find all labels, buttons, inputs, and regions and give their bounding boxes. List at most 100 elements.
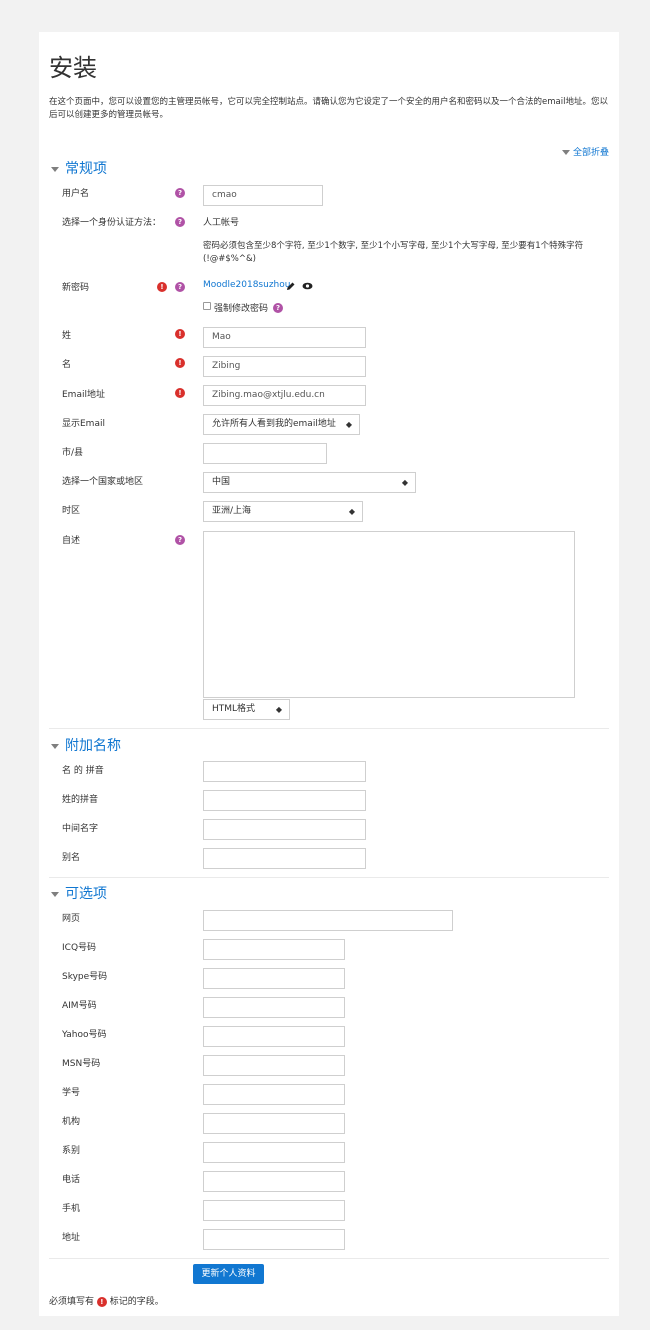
department-label: 系别 — [62, 1146, 81, 1156]
section-general-header[interactable]: 常规项 — [49, 158, 107, 178]
collapse-all-label: 全部折叠 — [572, 148, 609, 158]
alternatename-input[interactable] — [203, 848, 366, 869]
lastname-phonetic-label: 姓的拼音 — [62, 795, 99, 805]
idnumber-input[interactable] — [203, 1084, 345, 1105]
webpage-input[interactable] — [203, 910, 453, 931]
force-change-checkbox[interactable] — [203, 302, 211, 310]
phone-label: 电话 — [62, 1175, 81, 1185]
section-divider — [49, 877, 609, 878]
update-profile-button[interactable]: 更新个人资料 — [193, 1264, 264, 1284]
intro-text: 在这个页面中，您可以设置您的主管理员帐号，它可以完全控制站点。请确认您为它设定了… — [49, 97, 608, 120]
idnumber-label: 学号 — [62, 1088, 81, 1098]
help-icon[interactable]: ? — [175, 217, 185, 227]
text-format-value: HTML格式 — [212, 704, 256, 714]
required-icon: ! — [157, 282, 167, 292]
collapse-all-link[interactable]: 全部折叠 — [561, 145, 609, 158]
select-caret-icon: ◆ — [275, 705, 282, 714]
firstname-phonetic-input[interactable] — [203, 761, 366, 782]
lastname-phonetic-input[interactable] — [203, 790, 366, 811]
auth-method-value: 人工帐号 — [203, 218, 240, 228]
select-caret-icon: ◆ — [345, 420, 352, 429]
mobile-label: 手机 — [62, 1204, 81, 1214]
section-divider — [49, 728, 609, 729]
description-label: 自述 — [62, 536, 81, 546]
timezone-label: 时区 — [62, 506, 81, 516]
aim-input[interactable] — [203, 997, 345, 1018]
section-divider — [49, 1258, 609, 1259]
new-password-value[interactable]: Moodle2018suzhou — [203, 280, 290, 290]
email-input[interactable]: Zibing.mao@xtjlu.edu.cn — [203, 385, 366, 406]
country-value: 中国 — [212, 477, 231, 487]
skype-input[interactable] — [203, 968, 345, 989]
alternatename-label: 别名 — [62, 853, 81, 863]
username-input[interactable]: cmao — [203, 185, 323, 206]
section-general-title: 常规项 — [65, 161, 107, 177]
department-input[interactable] — [203, 1142, 345, 1163]
aim-label: AIM号码 — [62, 1001, 97, 1011]
required-note-before: 必须填写有 — [49, 1297, 95, 1307]
firstname-input[interactable]: Zibing — [203, 356, 366, 377]
mobile-input[interactable] — [203, 1200, 345, 1221]
yahoo-label: Yahoo号码 — [62, 1030, 107, 1040]
section-expand-icon — [51, 743, 59, 749]
required-icon: ! — [96, 1296, 107, 1307]
section-additional-title: 附加名称 — [65, 738, 121, 754]
timezone-value: 亚洲/上海 — [212, 506, 252, 516]
display-email-value: 允许所有人看到我的email地址 — [212, 419, 336, 429]
help-icon[interactable]: ? — [175, 188, 185, 198]
auth-method-label: 选择一个身份认证方法： — [62, 218, 162, 228]
display-email-label: 显示Email — [62, 419, 105, 429]
display-email-select[interactable]: 允许所有人看到我的email地址 ◆ — [203, 414, 360, 435]
icq-label: ICQ号码 — [62, 943, 97, 953]
required-icon: ! — [175, 388, 185, 398]
required-icon: ! — [175, 329, 185, 339]
city-label: 市/县 — [62, 448, 84, 458]
section-expand-icon — [51, 891, 59, 897]
city-input[interactable] — [203, 443, 327, 464]
required-note: 必须填写有 ! 标记的字段。 — [49, 1294, 164, 1307]
skype-label: Skype号码 — [62, 972, 108, 982]
section-additional-header[interactable]: 附加名称 — [49, 735, 121, 755]
eye-reveal-icon[interactable] — [302, 282, 313, 290]
username-label: 用户名 — [62, 189, 90, 199]
webpage-label: 网页 — [62, 914, 81, 924]
surname-label: 姓 — [62, 331, 72, 341]
required-icon: ! — [175, 358, 185, 368]
msn-input[interactable] — [203, 1055, 345, 1076]
phone-input[interactable] — [203, 1171, 345, 1192]
firstname-phonetic-label: 名 的 拼音 — [62, 766, 104, 776]
institution-label: 机构 — [62, 1117, 81, 1127]
section-expand-icon — [51, 166, 59, 172]
description-textarea[interactable] — [203, 531, 575, 698]
yahoo-input[interactable] — [203, 1026, 345, 1047]
required-note-after: 标记的字段。 — [109, 1297, 164, 1307]
page-container: 安装 在这个页面中，您可以设置您的主管理员帐号，它可以完全控制站点。请确认您为它… — [39, 32, 619, 1316]
password-policy-hint: 密码必须包含至少8个字符, 至少1个数字, 至少1个小写字母, 至少1个大写字母… — [203, 241, 584, 264]
pencil-edit-icon[interactable] — [286, 281, 296, 291]
middlename-label: 中间名字 — [62, 824, 99, 834]
page-title: 安装 — [49, 54, 97, 82]
select-caret-icon: ◆ — [401, 478, 408, 487]
middlename-input[interactable] — [203, 819, 366, 840]
msn-label: MSN号码 — [62, 1059, 101, 1069]
timezone-select[interactable]: 亚洲/上海 ◆ — [203, 501, 363, 522]
help-icon[interactable]: ? — [273, 303, 283, 313]
email-label: Email地址 — [62, 390, 105, 400]
text-format-select[interactable]: HTML格式 ◆ — [203, 699, 290, 720]
help-icon[interactable]: ? — [175, 535, 185, 545]
address-input[interactable] — [203, 1229, 345, 1250]
firstname-label: 名 — [62, 360, 72, 370]
help-icon[interactable]: ? — [175, 282, 185, 292]
institution-input[interactable] — [203, 1113, 345, 1134]
surname-input[interactable]: Mao — [203, 327, 366, 348]
address-label: 地址 — [62, 1233, 81, 1243]
section-optional-title: 可选项 — [65, 886, 107, 902]
force-change-label[interactable]: 强制修改密码 — [214, 301, 268, 314]
select-caret-icon: ◆ — [348, 507, 355, 516]
country-select[interactable]: 中国 ◆ — [203, 472, 416, 493]
new-password-label: 新密码 — [62, 283, 90, 293]
collapse-triangle-icon — [561, 150, 570, 155]
section-optional-header[interactable]: 可选项 — [49, 883, 107, 903]
country-label: 选择一个国家或地区 — [62, 477, 144, 487]
icq-input[interactable] — [203, 939, 345, 960]
